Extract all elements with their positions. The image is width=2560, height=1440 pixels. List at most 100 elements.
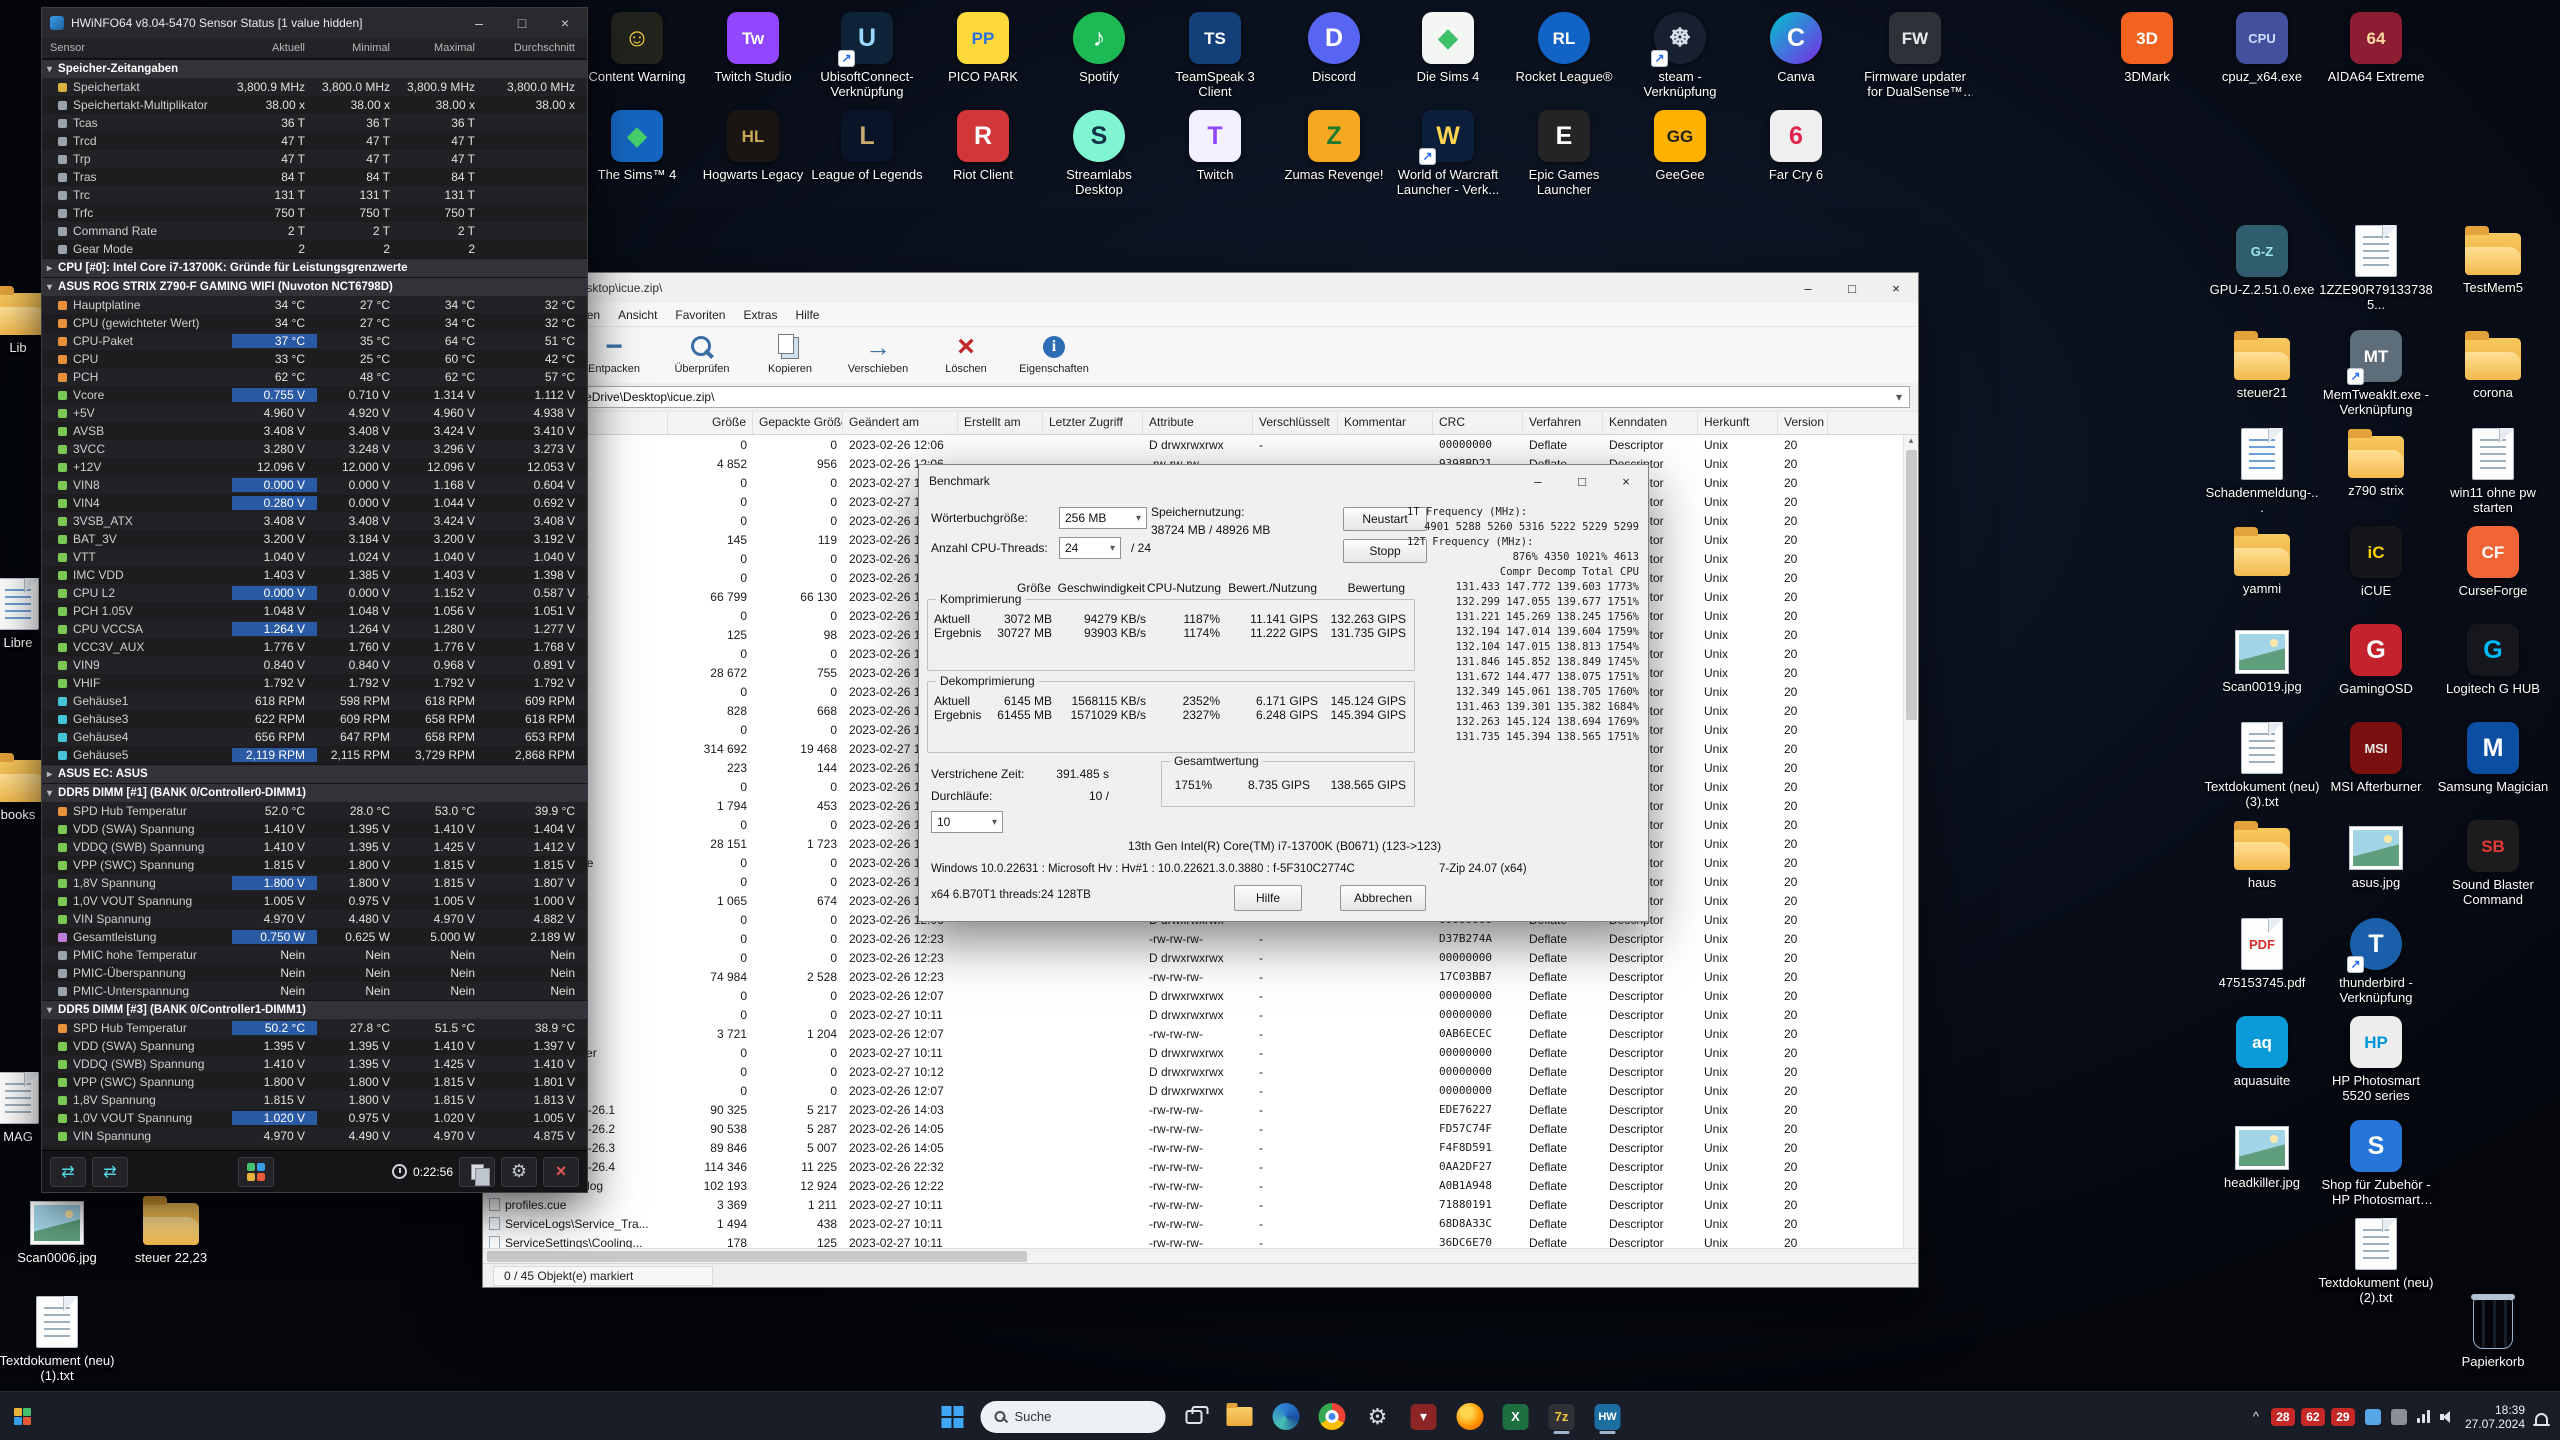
desktop-icon[interactable]: TTwitch [1157, 110, 1273, 182]
hwinfo-titlebar[interactable]: HWiNFO64 v8.04-5470 Sensor Status [1 val… [42, 8, 587, 38]
sensor-row[interactable]: VDDQ (SWB) Spannung1.410 V1.395 V1.425 V… [42, 1055, 587, 1073]
file-row[interactable]: modules002023-02-26 12:23D drwxrwxrwx-00… [483, 948, 1918, 967]
sensor-row[interactable]: PMIC-ÜberspannungNeinNeinNeinNein [42, 964, 587, 982]
desktop-icon[interactable]: MSIMSI Afterburner [2318, 722, 2434, 794]
desktop-icon[interactable]: MSamsung Magician [2435, 722, 2551, 794]
sensor-row[interactable]: 1,0V VOUT Spannung1.020 V0.975 V1.020 V1… [42, 1109, 587, 1127]
desktop-icon[interactable]: haus [2204, 820, 2320, 890]
sensor-row[interactable]: Tras84 T84 T84 T [42, 168, 587, 186]
toolbar-button[interactable]: Verschieben [843, 332, 913, 375]
desktop-icon[interactable]: Textdokument (neu) (2).txt [2318, 1218, 2434, 1305]
column-header[interactable]: Letzter Zugriff [1043, 412, 1143, 434]
sensor-row[interactable]: VDD (SWA) Spannung1.410 V1.395 V1.410 V1… [42, 820, 587, 838]
tray-overflow-chevron-icon[interactable]: ^ [2251, 1409, 2261, 1424]
desktop-icon[interactable]: ◆Die Sims 4 [1390, 12, 1506, 84]
sensor-row[interactable]: VPP (SWC) Spannung1.815 V1.800 V1.815 V1… [42, 856, 587, 874]
logging-button[interactable] [238, 1157, 274, 1187]
maximize-button[interactable]: □ [504, 11, 540, 35]
toolbar-button[interactable]: Kopieren [755, 332, 825, 375]
desktop-icon[interactable]: corona [2435, 330, 2551, 400]
sensor-row[interactable]: Gear Mode222 [42, 240, 587, 258]
sensor-row[interactable]: VIN Spannung4.970 V4.490 V4.970 V4.875 V [42, 1127, 587, 1145]
desktop-icon[interactable]: Textdokument (neu) (3).txt [2204, 722, 2320, 809]
sensor-row[interactable]: Gehäuse4656 RPM647 RPM658 RPM653 RPM [42, 728, 587, 746]
sensor-row[interactable]: VDD (SWA) Spannung1.395 V1.395 V1.410 V1… [42, 1037, 587, 1055]
desktop-icon[interactable]: CCanva [1738, 12, 1854, 84]
sensor-row[interactable]: Speichertakt-Multiplikator38.00 x38.00 x… [42, 96, 587, 114]
maximize-button[interactable]: □ [1830, 273, 1874, 303]
sensor-row[interactable]: PCH 1.05V1.048 V1.048 V1.056 V1.051 V [42, 602, 587, 620]
sensor-group-header[interactable]: ▾DDR5 DIMM [#1] (BANK 0/Controller0-DIMM… [42, 783, 587, 802]
column-header[interactable]: Größe [668, 412, 753, 434]
file-explorer-icon[interactable] [1222, 1399, 1258, 1435]
desktop-icon[interactable]: HLHogwarts Legacy [695, 110, 811, 182]
hscrollbar-thumb[interactable] [487, 1251, 1027, 1262]
desktop-icon[interactable]: DDiscord [1276, 12, 1392, 84]
file-row[interactable]: ServiceHostSt002023-02-26 12:07D drwxrwx… [483, 1081, 1918, 1100]
desktop-icon[interactable]: T↗thunderbird - Verknüpfung [2318, 918, 2434, 1005]
close-button[interactable]: × [1874, 273, 1918, 303]
sensor-row[interactable]: CPU L20.000 V0.000 V1.152 V0.587 V [42, 584, 587, 602]
sensor-row[interactable]: Speichertakt3,800.9 MHz3,800.0 MHz3,800.… [42, 78, 587, 96]
desktop-icon[interactable]: headkiller.jpg [2204, 1120, 2320, 1190]
desktop-icon[interactable]: TwTwitch Studio [695, 12, 811, 84]
excel-icon[interactable]: X [1498, 1399, 1534, 1435]
cancel-button[interactable]: Abbrechen [1340, 885, 1426, 911]
sensor-row[interactable]: CPU (gewichteter Wert)34 °C27 °C34 °C32 … [42, 314, 587, 332]
sensor-row[interactable]: BAT_3V3.200 V3.184 V3.200 V3.192 V [42, 530, 587, 548]
sensor-row[interactable]: Hauptplatine34 °C27 °C34 °C32 °C [42, 296, 587, 314]
desktop-icon[interactable]: yammi [2204, 526, 2320, 596]
file-row[interactable]: LocalHostServer002023-02-27 10:11D drwxr… [483, 1043, 1918, 1062]
column-durchschnitt[interactable]: Durchschnitt [487, 42, 587, 54]
file-row[interactable]: osdservice.log002023-02-26 12:23-rw-rw-r… [483, 929, 1918, 948]
file-row[interactable]: ServiceLogs\Service_Tra...1 4944382023-0… [483, 1214, 1918, 1233]
menu-item-ansicht[interactable]: Ansicht [609, 305, 666, 325]
desktop-icon[interactable]: MT↗MemTweakIt.exe - Verknüpfung [2318, 330, 2434, 417]
desktop-icon[interactable]: W↗World of Warcraft Launcher - Verk... [1390, 110, 1506, 197]
dictionary-size-select[interactable]: 256 MB▾ [1059, 507, 1147, 529]
sensor-row[interactable]: Tcas36 T36 T36 T [42, 114, 587, 132]
help-button[interactable]: Hilfe [1234, 885, 1302, 911]
desktop-icon[interactable]: aqaquasuite [2204, 1016, 2320, 1088]
column-header[interactable]: Version [1778, 412, 1828, 434]
toolbar-button[interactable]: Überprüfen [667, 332, 737, 375]
desktop-icon[interactable]: asus.jpg [2318, 820, 2434, 890]
desktop-icon[interactable]: z790 strix [2318, 428, 2434, 498]
sensor-group-header[interactable]: ▾Speicher-Zeitangaben [42, 59, 587, 78]
cycle-sensors-right-button[interactable]: ⇄ [92, 1157, 128, 1187]
desktop-icon[interactable]: RRiot Client [925, 110, 1041, 182]
temp-badge[interactable]: 28 [2271, 1408, 2295, 1426]
sensor-row[interactable]: VIN40.280 V0.000 V1.044 V0.692 V [42, 494, 587, 512]
desktop-icon[interactable]: Papierkorb [2435, 1295, 2551, 1369]
sensor-row[interactable]: CPU-Paket37 °C35 °C64 °C51 °C [42, 332, 587, 350]
column-header[interactable]: Gepackte Größe [753, 412, 843, 434]
desktop-icon[interactable]: G-ZGPU-Z.2.51.0.exe [2204, 225, 2320, 297]
sensor-row[interactable]: VDDQ (SWB) Spannung1.410 V1.395 V1.425 V… [42, 838, 587, 856]
desktop-icon[interactable]: TestMem5 [2435, 225, 2551, 295]
sensor-row[interactable]: CPU33 °C25 °C60 °C42 °C [42, 350, 587, 368]
sensor-row[interactable]: VIN Spannung4.970 V4.480 V4.970 V4.882 V [42, 910, 587, 928]
column-header[interactable]: Kenndaten [1603, 412, 1698, 434]
desktop-icon[interactable]: steuer21 [2204, 330, 2320, 400]
sensor-row[interactable]: Trfc750 T750 T750 T [42, 204, 587, 222]
column-header[interactable]: Verfahren [1523, 412, 1603, 434]
column-header[interactable]: Verschlüsselt [1253, 412, 1338, 434]
desktop-icon[interactable]: win11 ohne pw starten [2435, 428, 2551, 515]
desktop-icon[interactable]: Scan0006.jpg [0, 1195, 115, 1265]
column-minimal[interactable]: Minimal [317, 42, 402, 54]
sensor-row[interactable]: 1,0V VOUT Spannung1.005 V0.975 V1.005 V1… [42, 892, 587, 910]
desktop-icon[interactable]: FWFirmware updater for DualSense™ wirele… [1857, 12, 1973, 99]
sensor-row[interactable]: 1,8V Spannung1.800 V1.800 V1.815 V1.807 … [42, 874, 587, 892]
column-header[interactable]: CRC [1433, 412, 1523, 434]
desktop-icon[interactable]: steuer 22,23 [113, 1195, 229, 1265]
desktop-icon[interactable]: 6Far Cry 6 [1738, 110, 1854, 182]
menu-item-favoriten[interactable]: Favoriten [666, 305, 734, 325]
column-header[interactable]: Erstellt am [958, 412, 1043, 434]
maximize-button[interactable]: □ [1560, 466, 1604, 496]
minimize-button[interactable]: – [1786, 273, 1830, 303]
file-row[interactable]: cuelog.2023-02-26.389 8465 0072023-02-26… [483, 1138, 1918, 1157]
address-input[interactable]: C:\Users\m1\OneDrive\Desktop\icue.zip\ ▾ [491, 386, 1910, 408]
desktop-icon[interactable]: SStreamlabs Desktop [1041, 110, 1157, 197]
clock[interactable]: 18:39 27.07.2024 [2465, 1403, 2525, 1431]
address-dropdown-icon[interactable]: ▾ [1888, 390, 1902, 404]
